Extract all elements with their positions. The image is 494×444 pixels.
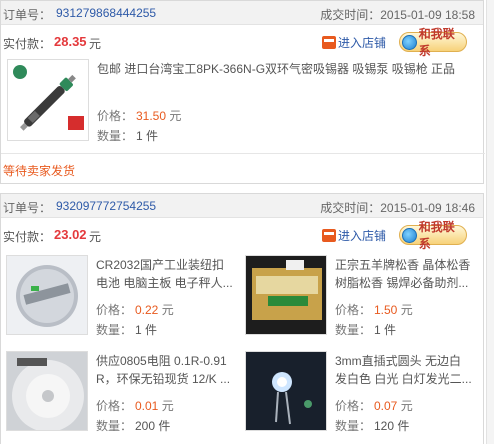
product-thumbnail[interactable] [6, 351, 88, 431]
order-number-label: 订单号： [3, 8, 52, 22]
order-header: 订单号： 931279868444255 成交时间：2015-01-09 18:… [1, 1, 483, 25]
coin-battery-image [7, 256, 87, 334]
product-thumbnail[interactable] [6, 255, 88, 335]
product-title-line: 发白色 白光 白灯发光二... [335, 372, 472, 386]
quantity-value: 1 件 [136, 129, 159, 143]
price-unit: 元 [400, 303, 413, 317]
enter-shop-label: 进入店铺 [338, 35, 387, 50]
payment-row: 实付款： 28.35 元 进入店铺 和我联系 [1, 25, 483, 58]
chat-icon [402, 34, 417, 50]
order-item: 包邮 进口台湾宝工8PK-366N-G双环气密吸锡器 吸锡泵 吸锡枪 正品 价格… [5, 57, 485, 151]
product-title-line: CR2032国产工业装纽扣 [96, 258, 225, 272]
quantity-value: 200 件 [135, 419, 171, 433]
price-number: 0.07 [374, 399, 398, 413]
order-header: 订单号： 932097772754255 成交时间：2015-01-09 18:… [1, 194, 483, 218]
quantity-label: 数量： [97, 129, 134, 143]
price-number: 1.50 [374, 303, 398, 317]
product-title[interactable]: CR2032国产工业装纽扣 电池 电脑主板 电子秤人... [96, 256, 236, 292]
paid-currency: 元 [89, 230, 102, 244]
order-number-label: 订单号： [3, 201, 52, 215]
divider [1, 153, 485, 154]
product-title[interactable]: 供应0805电阻 0.1R-0.91 R，环保无铅现货 12/K ... [96, 352, 236, 388]
contact-seller-button[interactable]: 和我联系 [399, 220, 467, 251]
order-time-label: 成交时间： [320, 8, 381, 22]
price-label: 价格： [335, 399, 372, 413]
product-thumbnail[interactable] [245, 255, 327, 335]
enter-shop-button[interactable]: 进入店铺 [322, 33, 386, 51]
price-unit: 元 [161, 399, 174, 413]
enter-shop-button[interactable]: 进入店铺 [322, 226, 386, 244]
paid-label: 实付款： [3, 230, 52, 244]
order-card: 订单号： 932097772754255 成交时间：2015-01-09 18:… [0, 193, 484, 444]
paid-label: 实付款： [3, 37, 52, 51]
price-value: 0.01 元 [135, 397, 174, 414]
enter-shop-label: 进入店铺 [338, 228, 387, 243]
payment-row: 实付款： 23.02 元 进入店铺 和我联系 [1, 218, 483, 251]
price-unit: 元 [161, 303, 174, 317]
desoldering-pump-image [8, 60, 88, 140]
product-title-line: 树脂松香 锡焊必备助剂... [335, 276, 469, 290]
product-title-line: 正宗五羊牌松香 晶体松香 [335, 258, 471, 272]
rosin-image [246, 256, 326, 334]
price-value: 31.50 元 [136, 107, 181, 124]
order-number[interactable]: 931279868444255 [56, 6, 156, 20]
quantity-value: 120 件 [374, 419, 410, 433]
paid-currency: 元 [89, 37, 102, 51]
scrollbar-track[interactable] [486, 0, 494, 444]
order-time-label: 成交时间： [320, 201, 381, 215]
resistor-reel-image [7, 352, 87, 430]
chat-icon [402, 227, 417, 243]
quantity-label: 数量： [96, 419, 133, 433]
order-status[interactable]: 等待卖家发货 [3, 162, 75, 179]
product-title-line: 供应0805电阻 0.1R-0.91 [96, 354, 227, 368]
price-label: 价格： [97, 109, 134, 123]
shop-icon [322, 35, 336, 49]
order-time: 成交时间：2015-01-09 18:46 [320, 199, 475, 216]
product-thumbnail[interactable] [245, 351, 327, 431]
price-value: 0.22 元 [135, 301, 174, 318]
contact-seller-button[interactable]: 和我联系 [399, 27, 467, 58]
paid-amount: 28.35 [54, 34, 87, 49]
price-value: 0.07 元 [374, 397, 413, 414]
product-title[interactable]: 正宗五羊牌松香 晶体松香 树脂松香 锡焊必备助剂... [335, 256, 480, 292]
led-image [246, 352, 326, 430]
price-number: 0.22 [135, 303, 159, 317]
quantity-value: 1 件 [374, 323, 397, 337]
product-title-line: R，环保无铅现货 12/K ... [96, 372, 231, 386]
order-time: 成交时间：2015-01-09 18:58 [320, 6, 475, 23]
price-unit: 元 [400, 399, 413, 413]
quantity-value: 1 件 [135, 323, 158, 337]
price-label: 价格： [335, 303, 372, 317]
quantity-label: 数量： [335, 323, 372, 337]
contact-seller-label: 和我联系 [418, 27, 455, 58]
order-time-value: 2015-01-09 18:58 [380, 8, 475, 22]
price-label: 价格： [96, 399, 133, 413]
order-card: 订单号： 931279868444255 成交时间：2015-01-09 18:… [0, 0, 485, 184]
order-time-value: 2015-01-09 18:46 [380, 201, 475, 215]
quantity-label: 数量： [96, 323, 133, 337]
product-title-line: 电池 电脑主板 电子秤人... [96, 276, 233, 290]
price-unit: 元 [169, 109, 182, 123]
contact-seller-label: 和我联系 [418, 220, 455, 251]
product-title[interactable]: 包邮 进口台湾宝工8PK-366N-G双环气密吸锡器 吸锡泵 吸锡枪 正品 [97, 60, 477, 78]
paid-amount: 23.02 [54, 227, 87, 242]
price-value: 1.50 元 [374, 301, 413, 318]
price-number: 31.50 [136, 109, 167, 123]
product-title[interactable]: 3mm直插式圆头 无边白 发白色 白光 白灯发光二... [335, 352, 480, 388]
shop-icon [322, 228, 336, 242]
price-label: 价格： [96, 303, 133, 317]
order-number[interactable]: 932097772754255 [56, 199, 156, 213]
quantity-label: 数量： [335, 419, 372, 433]
product-thumbnail[interactable] [7, 59, 89, 141]
product-title-line: 3mm直插式圆头 无边白 [335, 354, 462, 368]
price-number: 0.01 [135, 399, 159, 413]
